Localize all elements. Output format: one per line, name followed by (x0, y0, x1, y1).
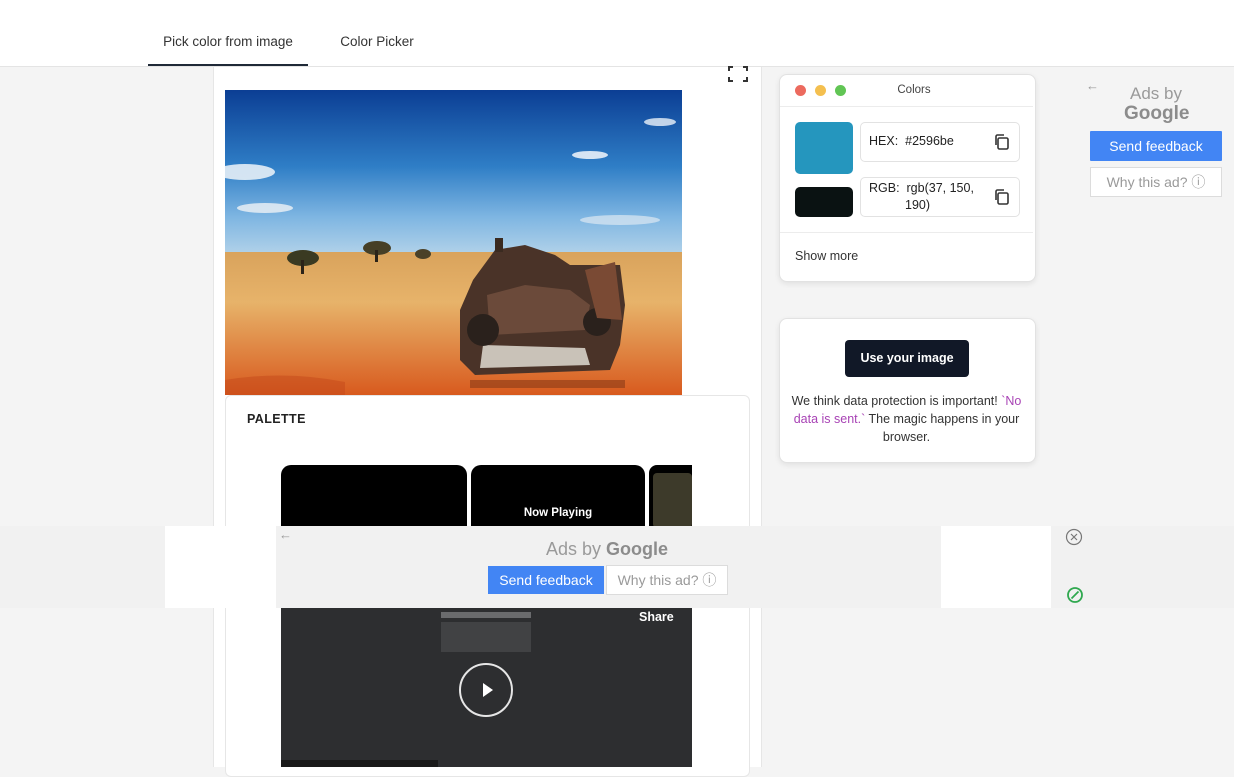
ad-choices-icon[interactable] (1066, 586, 1084, 604)
back-arrow-icon[interactable]: ← (279, 527, 292, 542)
ad-slot (941, 526, 1051, 608)
colors-panel-title: Colors (897, 84, 931, 96)
share-button[interactable]: Share (639, 610, 674, 624)
palette-title: PALETTE (247, 412, 306, 426)
fullscreen-icon[interactable] (728, 66, 748, 82)
window-close-dot (795, 85, 806, 96)
ads-by-label: Ads by Google (546, 539, 669, 559)
tab-pick-color-from-image[interactable]: Pick color from image (148, 0, 308, 66)
palette-thumbnail[interactable]: Now Playing (471, 465, 645, 530)
ads-by-label: Ads by (1130, 84, 1182, 103)
palette-thumbnail[interactable] (649, 465, 692, 530)
palette-thumbnail[interactable] (281, 465, 467, 530)
back-arrow-icon[interactable]: ← (1086, 78, 1099, 93)
why-this-ad-button[interactable]: Why this ad? ⓘ (606, 565, 728, 595)
secondary-color-swatch[interactable] (795, 187, 853, 217)
video-progress-bar[interactable] (281, 760, 438, 767)
play-icon (483, 683, 493, 697)
send-feedback-button[interactable]: Send feedback (488, 566, 604, 594)
privacy-note: We think data protection is important! `… (791, 394, 1022, 444)
tab-color-picker[interactable]: Color Picker (325, 0, 429, 66)
divider (780, 106, 1033, 107)
copy-icon[interactable] (993, 188, 1011, 206)
send-feedback-button[interactable]: Send feedback (1090, 131, 1222, 161)
divider (780, 232, 1033, 233)
source-image[interactable] (225, 90, 682, 395)
close-ad-icon[interactable] (1065, 528, 1083, 546)
why-this-ad-button[interactable]: Why this ad? ⓘ (1090, 167, 1222, 197)
play-button[interactable] (459, 663, 513, 717)
primary-color-swatch[interactable] (795, 122, 853, 174)
thumbnail-label: Now Playing (523, 507, 593, 519)
video-content (441, 612, 531, 618)
window-maximize-dot (835, 85, 846, 96)
thumbnail-image (653, 473, 692, 528)
window-minimize-dot (815, 85, 826, 96)
video-content (441, 622, 531, 652)
rgb-value: RGB: rgb(37, 150, 190) (869, 181, 974, 212)
use-your-image-button[interactable]: Use your image (845, 340, 969, 377)
show-more-link[interactable]: Show more (795, 249, 858, 263)
ad-slot (165, 526, 276, 608)
hex-value: HEX: #2596be (869, 134, 954, 148)
copy-icon[interactable] (993, 133, 1011, 151)
google-logo: Google (1124, 103, 1190, 124)
